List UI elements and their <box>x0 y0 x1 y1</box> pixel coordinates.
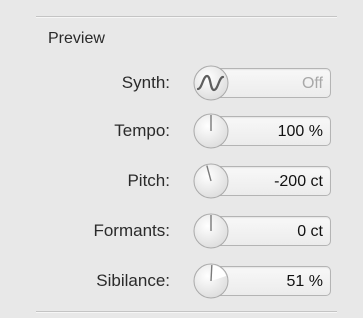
tempo-row: Tempo: 100 % <box>0 112 363 152</box>
pitch-value: -200 ct <box>274 173 323 190</box>
knob-dial-icon <box>193 213 229 249</box>
tempo-label: Tempo: <box>114 121 170 140</box>
sibilance-knob[interactable] <box>192 262 230 300</box>
sibilance-label: Sibilance: <box>96 271 170 290</box>
knob-dial-icon <box>193 263 229 299</box>
knob-indicator <box>210 264 213 282</box>
formants-row: Formants: 0 ct <box>0 212 363 252</box>
synth-row: Synth: Off <box>0 64 363 104</box>
knob-dial-icon <box>193 163 229 199</box>
tempo-value: 100 % <box>277 123 323 140</box>
pitch-label: Pitch: <box>127 171 170 190</box>
preview-panel: Preview Synth: Off Tempo: 100 % Pitch: -… <box>0 0 363 318</box>
sibilance-row: Sibilance: 51 % <box>0 262 363 302</box>
section-title: Preview <box>48 30 105 47</box>
top-divider <box>36 16 337 18</box>
pitch-row: Pitch: -200 ct <box>0 162 363 202</box>
formants-value: 0 ct <box>297 223 323 240</box>
pitch-knob[interactable] <box>192 162 230 200</box>
bottom-divider <box>36 311 337 313</box>
tempo-knob[interactable] <box>192 112 230 150</box>
synth-toggle-button[interactable] <box>192 64 230 102</box>
synth-value: Off <box>301 75 323 92</box>
waveform-icon <box>193 65 229 101</box>
formants-knob[interactable] <box>192 212 230 250</box>
sibilance-value: 51 % <box>286 273 323 290</box>
synth-label: Synth: <box>121 73 170 92</box>
formants-label: Formants: <box>93 221 170 240</box>
knob-dial-icon <box>193 113 229 149</box>
